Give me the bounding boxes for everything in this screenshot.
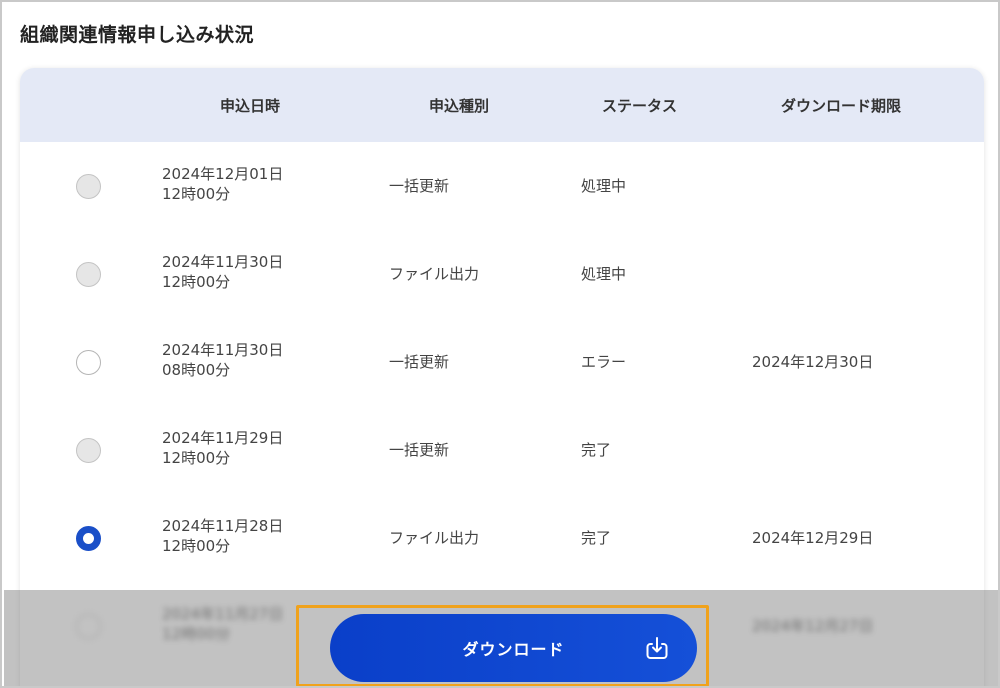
cell-status: エラー [581, 353, 627, 371]
table-row: 2024年11月28日 12時00分 ファイル出力 完了 2024年12月29日 [20, 494, 984, 582]
header-status: ステータス [602, 97, 678, 115]
row-radio[interactable] [76, 438, 101, 463]
cell-deadline: 2024年12月29日 [752, 529, 874, 547]
time-line: 12時00分 [162, 185, 231, 203]
cell-type: 一括更新 [389, 353, 450, 371]
date-line: 2024年11月29日 [162, 429, 284, 447]
highlight-box [296, 605, 709, 686]
cell-date: 2024年11月30日 08時00分 [162, 340, 283, 380]
time-line: 12時00分 [162, 273, 231, 291]
cell-date: 2024年11月30日 12時00分 [162, 252, 283, 292]
time-line: 08時00分 [162, 361, 231, 379]
cell-status: 完了 [581, 441, 612, 459]
row-radio[interactable] [76, 262, 101, 287]
date-line: 2024年11月28日 [162, 517, 284, 535]
time-line: 12時00分 [162, 537, 231, 555]
table-row: 2024年11月30日 12時00分 ファイル出力 処理中 [20, 230, 984, 318]
cell-status: 完了 [581, 529, 612, 547]
cell-status: 処理中 [581, 265, 627, 283]
time-line: 12時00分 [162, 449, 231, 467]
row-radio[interactable] [76, 350, 101, 375]
cell-status: 処理中 [581, 177, 627, 195]
date-line: 2024年12月01日 [162, 165, 284, 183]
date-line: 2024年11月30日 [162, 341, 284, 359]
page-title: 組織関連情報申し込み状況 [20, 24, 255, 46]
cell-type: ファイル出力 [389, 529, 480, 547]
header-deadline: ダウンロード期限 [781, 97, 902, 115]
header-date: 申込日時 [220, 97, 281, 115]
cell-type: 一括更新 [389, 177, 450, 195]
table-row: 2024年11月29日 12時00分 一括更新 完了 [20, 406, 984, 494]
cell-type: 一括更新 [389, 441, 450, 459]
row-radio-selected[interactable] [76, 526, 101, 551]
table-header: 申込日時 申込種別 ステータス ダウンロード期限 [20, 68, 984, 142]
row-radio[interactable] [76, 174, 101, 199]
table-row: 2024年12月01日 12時00分 一括更新 処理中 [20, 142, 984, 230]
cell-date: 2024年11月29日 12時00分 [162, 428, 283, 468]
header-type: 申込種別 [429, 97, 490, 115]
table-row: 2024年11月30日 08時00分 一括更新 エラー 2024年12月30日 [20, 318, 984, 406]
cell-deadline: 2024年12月30日 [752, 353, 874, 371]
date-line: 2024年11月30日 [162, 253, 284, 271]
cell-date: 2024年12月01日 12時00分 [162, 164, 283, 204]
app-frame: 組織関連情報申し込み状況 申込日時 申込種別 ステータス ダウンロード期限 20… [0, 0, 1000, 688]
cell-type: ファイル出力 [389, 265, 480, 283]
cell-date: 2024年11月28日 12時00分 [162, 516, 283, 556]
